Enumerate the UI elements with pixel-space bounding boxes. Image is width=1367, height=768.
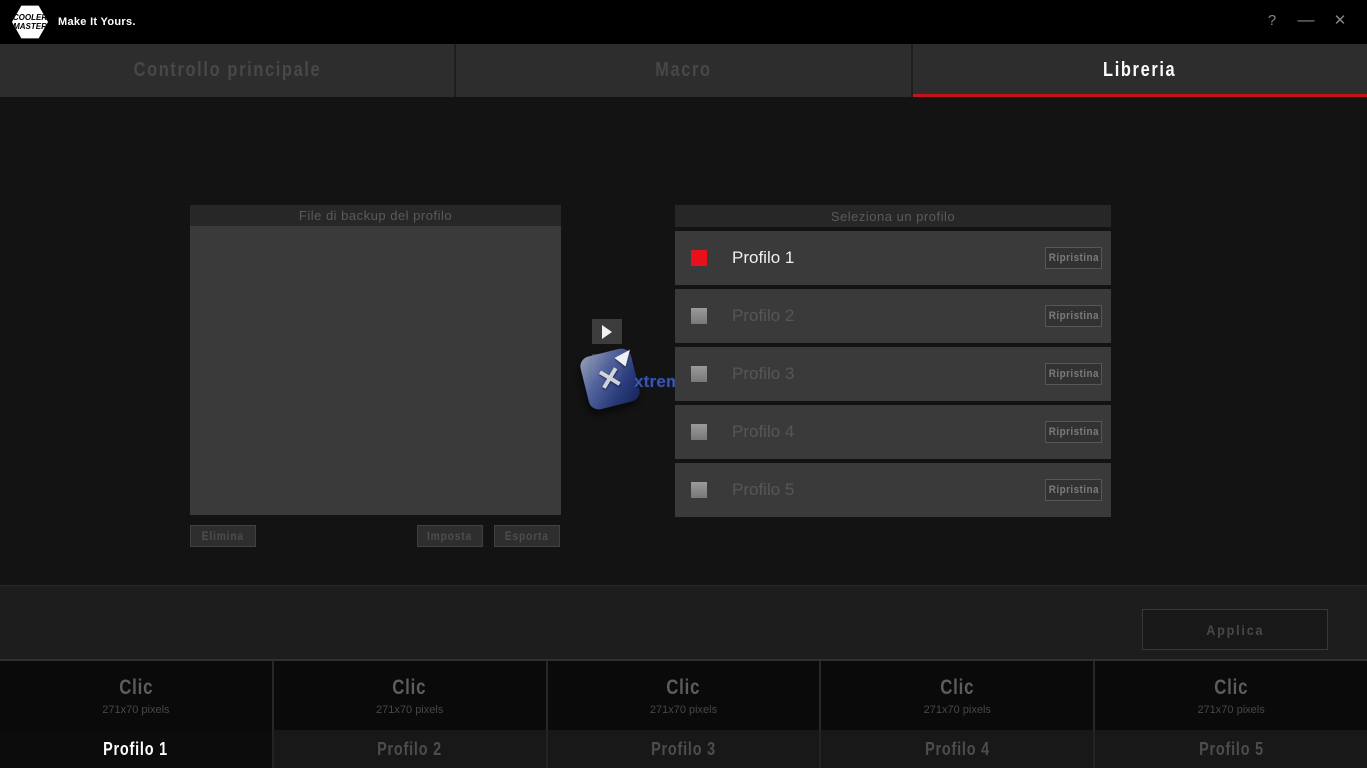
- profile-tab-row: Profilo 1 Profilo 2 Profilo 3 Profilo 4 …: [0, 730, 1367, 768]
- key-slot-5[interactable]: Clic 271x70 pixels: [1093, 661, 1367, 730]
- profile-bar: Clic 271x70 pixels Clic 271x70 pixels Cl…: [0, 659, 1367, 768]
- minimize-button[interactable]: —: [1291, 5, 1321, 35]
- key-slot-2[interactable]: Clic 271x70 pixels: [272, 661, 546, 730]
- profile-checkbox[interactable]: [691, 424, 707, 440]
- restore-button[interactable]: Ripristina: [1045, 305, 1102, 327]
- profile-panel-title: Seleziona un profilo: [675, 205, 1111, 227]
- key-slot-4[interactable]: Clic 271x70 pixels: [819, 661, 1093, 730]
- transfer-right-button[interactable]: [592, 319, 622, 344]
- logo-text-top: COOLER: [13, 13, 47, 22]
- title-bar: COOLER MASTER Make It Yours. ? — ✕: [0, 0, 1367, 44]
- watermark-x-glyph: ✕: [594, 359, 627, 399]
- help-button[interactable]: ?: [1257, 5, 1287, 35]
- backup-panel: File di backup del profilo: [190, 205, 561, 515]
- key-slot-3[interactable]: Clic 271x70 pixels: [546, 661, 820, 730]
- profile-checkbox[interactable]: [691, 250, 707, 266]
- profile-tab-4[interactable]: Profilo 4: [819, 730, 1093, 768]
- restore-button[interactable]: Ripristina: [1045, 479, 1102, 501]
- main-tabs: Controllo principale Macro Libreria: [0, 44, 1367, 97]
- profile-checkbox[interactable]: [691, 366, 707, 382]
- restore-button[interactable]: Ripristina: [1045, 421, 1102, 443]
- close-button[interactable]: ✕: [1325, 5, 1355, 35]
- profile-tab-5[interactable]: Profilo 5: [1093, 730, 1367, 768]
- key-slot-row: Clic 271x70 pixels Clic 271x70 pixels Cl…: [0, 661, 1367, 730]
- apply-button[interactable]: Applica: [1142, 609, 1328, 650]
- profile-select-panel: Seleziona un profilo Profilo 1 Ripristin…: [675, 205, 1111, 517]
- profile-row-5[interactable]: Profilo 5 Ripristina: [675, 463, 1111, 517]
- profile-row-2[interactable]: Profilo 2 Ripristina: [675, 289, 1111, 343]
- export-backup-button[interactable]: Esporta: [494, 525, 560, 547]
- window-controls: ? — ✕: [1257, 0, 1355, 40]
- tab-controllo-principale[interactable]: Controllo principale: [0, 44, 454, 97]
- restore-button[interactable]: Ripristina: [1045, 247, 1102, 269]
- backup-file-list[interactable]: [190, 226, 561, 515]
- app-window: COOLER MASTER Make It Yours. ? — ✕ Contr…: [0, 0, 1367, 768]
- profile-tab-3[interactable]: Profilo 3: [546, 730, 820, 768]
- cooler-master-logo: COOLER MASTER: [12, 5, 48, 39]
- profile-row-1[interactable]: Profilo 1 Ripristina: [675, 231, 1111, 285]
- key-slot-1[interactable]: Clic 271x70 pixels: [0, 661, 272, 730]
- restore-button[interactable]: Ripristina: [1045, 363, 1102, 385]
- profile-tab-1[interactable]: Profilo 1: [0, 730, 272, 768]
- tab-macro[interactable]: Macro: [454, 44, 910, 97]
- profile-tab-2[interactable]: Profilo 2: [272, 730, 546, 768]
- logo-text-bottom: MASTER: [13, 22, 47, 31]
- brand-tagline: Make It Yours.: [58, 0, 136, 44]
- arrow-right-icon: [602, 325, 612, 339]
- import-backup-button[interactable]: Imposta: [417, 525, 483, 547]
- backup-panel-title: File di backup del profilo: [190, 205, 561, 226]
- profile-checkbox[interactable]: [691, 482, 707, 498]
- profile-checkbox[interactable]: [691, 308, 707, 324]
- profile-row-3[interactable]: Profilo 3 Ripristina: [675, 347, 1111, 401]
- profile-row-4[interactable]: Profilo 4 Ripristina: [675, 405, 1111, 459]
- delete-backup-button[interactable]: Elimina: [190, 525, 256, 547]
- tab-libreria[interactable]: Libreria: [911, 44, 1367, 97]
